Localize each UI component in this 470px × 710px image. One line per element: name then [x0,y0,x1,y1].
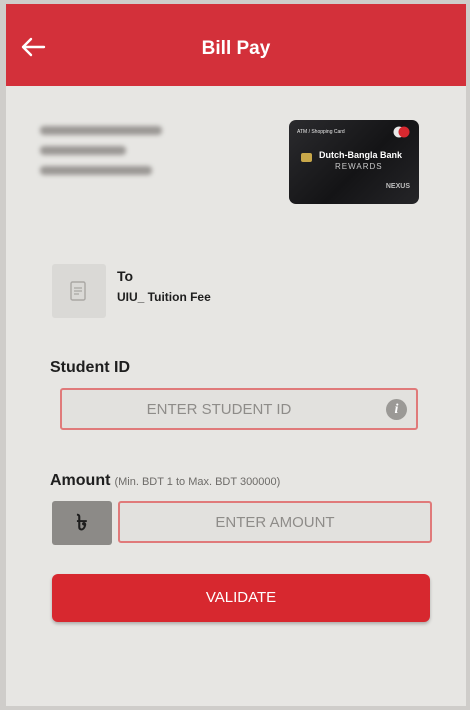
card-network-logo-icon [393,126,410,138]
validate-button[interactable]: VALIDATE [52,574,430,622]
student-id-placeholder: ENTER STUDENT ID [146,401,292,418]
currency-symbol: ৳ [52,501,112,545]
amount-label-text: Amount [50,472,111,489]
bank-card-image: ATM / Shopping Card Dutch-Bangla Bank RE… [289,120,419,204]
to-label: To [117,268,134,284]
student-id-label: Student ID [50,359,130,376]
card-type-label: ATM / Shopping Card [297,129,345,135]
amount-placeholder: ENTER AMOUNT [215,514,335,531]
app-bar: Bill Pay [6,4,466,86]
account-expiry-blurred [40,146,126,155]
account-holder-blurred [40,166,152,175]
screen: Bill Pay ATM / Shopping Card Dutch-Bangl… [6,4,466,706]
biller-name: UIU_ Tuition Fee [117,290,211,304]
amount-input[interactable]: ENTER AMOUNT [118,501,432,543]
page-title: Bill Pay [201,38,271,59]
card-network-label: NEXUS [385,183,410,190]
amount-label: Amount (Min. BDT 1 to Max. BDT 300000) [50,472,280,490]
amount-hint: (Min. BDT 1 to Max. BDT 300000) [114,476,281,488]
card-bank-name: Dutch-Bangla Bank [319,150,403,160]
card-program-label: REWARDS [335,162,383,171]
document-icon [70,281,86,301]
card-summary: ATM / Shopping Card Dutch-Bangla Bank RE… [26,102,446,230]
biller-avatar [52,264,106,318]
info-icon[interactable]: i [386,399,407,420]
account-number-blurred [40,126,162,135]
card-chip-icon [301,153,312,162]
student-id-input[interactable]: ENTER STUDENT ID i [60,388,418,430]
